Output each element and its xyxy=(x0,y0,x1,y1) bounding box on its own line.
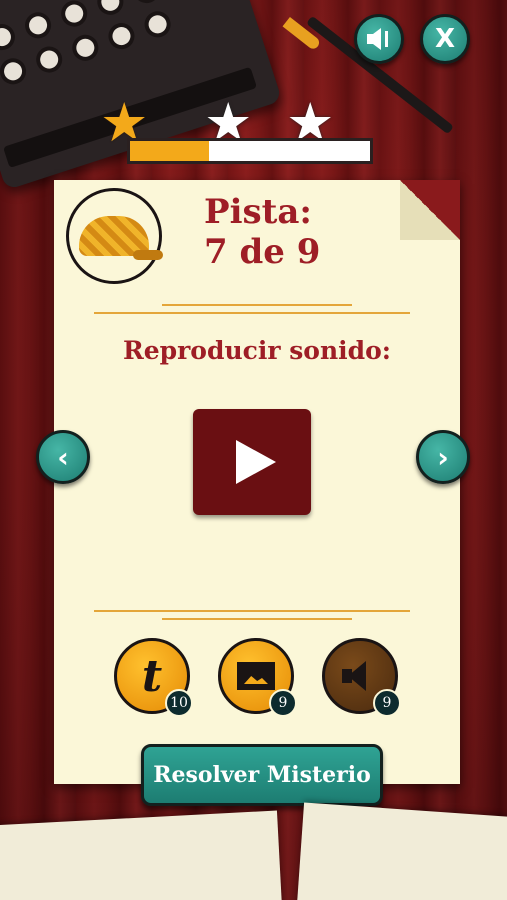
divider-bottom-short xyxy=(162,618,352,620)
close-button[interactable]: X xyxy=(420,14,470,64)
next-clue-button[interactable]: › xyxy=(416,430,470,484)
clue-header: Pista: 7 de 9 xyxy=(204,192,320,272)
text-hint-count: 10 xyxy=(165,689,193,717)
image-hint-icon xyxy=(237,662,275,690)
clue-label: Pista: xyxy=(204,192,312,232)
prompt-text: Reproducir sonido: xyxy=(122,336,392,365)
page-fold xyxy=(400,180,460,240)
sound-hint-count: 9 xyxy=(373,689,401,717)
sound-hint-icon xyxy=(342,661,378,691)
image-hint-count: 9 xyxy=(269,689,297,717)
play-sound-button[interactable] xyxy=(193,409,311,515)
sound-toggle-button[interactable] xyxy=(354,14,404,64)
play-icon xyxy=(236,440,276,484)
chevron-left-icon: ‹ xyxy=(57,440,69,474)
image-hint-button[interactable]: 9 xyxy=(218,638,297,717)
clue-counter: 7 de 9 xyxy=(204,232,321,272)
previous-clue-button[interactable]: ‹ xyxy=(36,430,90,484)
divider-top-short xyxy=(162,304,352,306)
solve-mystery-button[interactable]: Resolver Misterio xyxy=(141,744,383,806)
divider-top-long xyxy=(94,312,410,314)
chevron-right-icon: › xyxy=(437,440,449,474)
detective-hat-icon xyxy=(79,216,163,260)
text-hint-icon: t xyxy=(141,650,163,702)
star-progress-bar xyxy=(127,138,373,164)
detective-hat-badge xyxy=(66,188,163,284)
progress-fill xyxy=(130,141,210,161)
text-hint-button[interactable]: t 10 xyxy=(114,638,193,717)
desk-papers-decoration xyxy=(0,800,507,900)
speaker-icon xyxy=(367,28,388,50)
sound-hint-button[interactable]: 9 xyxy=(322,638,401,717)
divider-bottom-long xyxy=(94,610,410,612)
close-icon: X xyxy=(434,24,456,54)
